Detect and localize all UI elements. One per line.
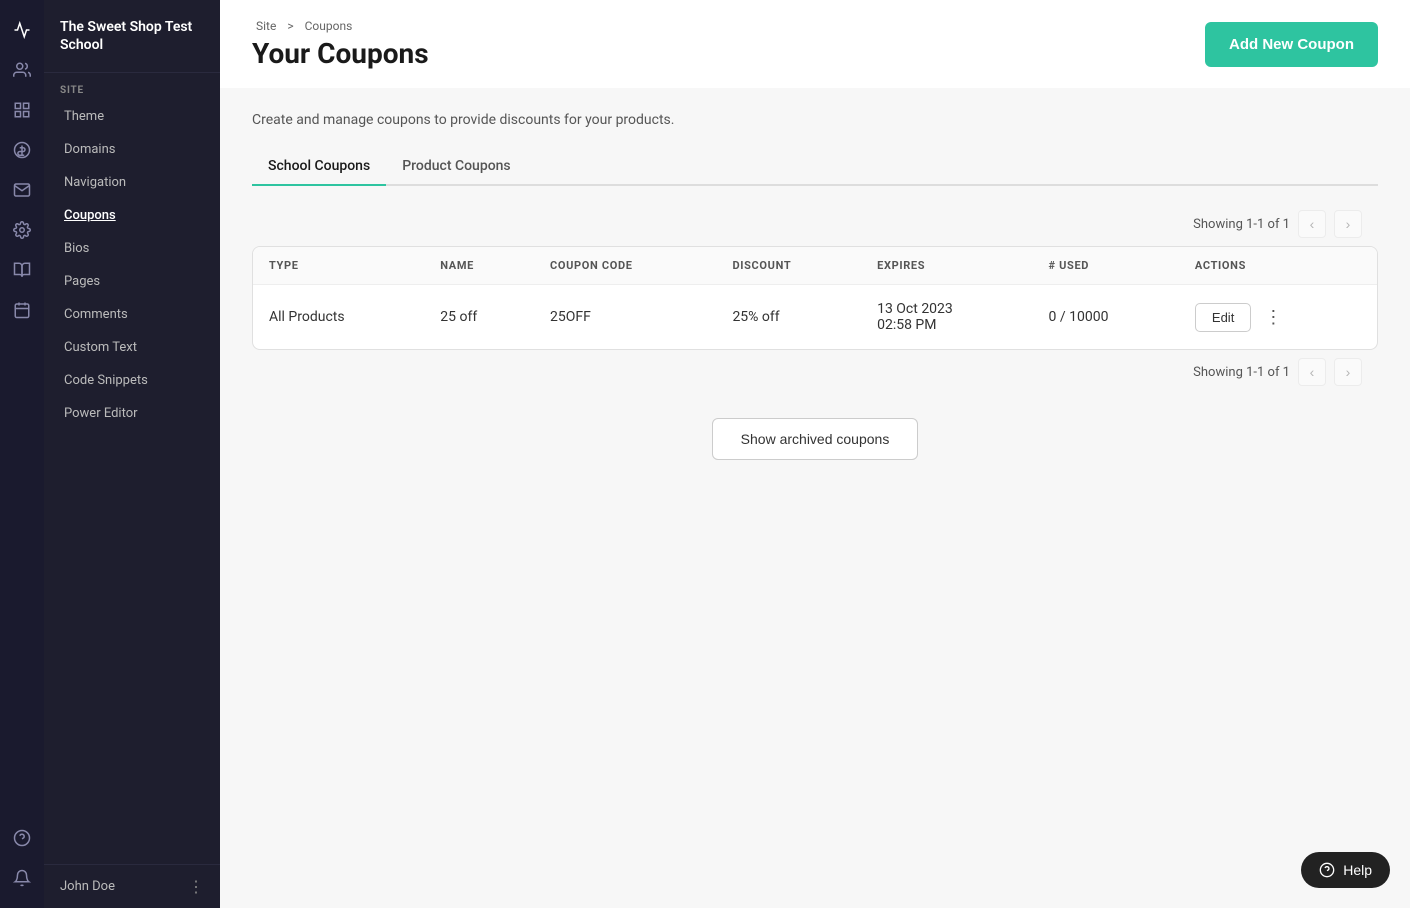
actions-cell: Edit ⋮	[1195, 303, 1361, 332]
main-content: Site > Coupons Your Coupons Add New Coup…	[220, 0, 1410, 908]
sidebar-footer: John Doe ⋮	[44, 864, 220, 908]
pagination-top-next[interactable]: ›	[1334, 210, 1362, 238]
tab-school-coupons[interactable]: School Coupons	[252, 148, 386, 186]
show-archived-button[interactable]: Show archived coupons	[712, 418, 919, 460]
sidebar-item-custom-text[interactable]: Custom Text	[48, 332, 216, 363]
sidebar-item-power-editor[interactable]: Power Editor	[48, 398, 216, 429]
col-discount: DISCOUNT	[716, 247, 861, 285]
more-options-button[interactable]: ⋮	[1259, 303, 1287, 331]
gear-icon[interactable]	[4, 212, 40, 248]
dollar-icon[interactable]	[4, 132, 40, 168]
sidebar-item-theme[interactable]: Theme	[48, 101, 216, 132]
site-section-label: SITE	[44, 73, 220, 100]
sidebar-item-bios[interactable]: Bios	[48, 233, 216, 264]
page-header-left: Site > Coupons Your Coupons	[252, 19, 429, 70]
col-expires: EXPIRES	[861, 247, 1032, 285]
library-icon[interactable]	[4, 252, 40, 288]
col-type: TYPE	[253, 247, 424, 285]
pagination-top: Showing 1-1 of 1 ‹ ›	[252, 202, 1378, 246]
row-discount: 25% off	[716, 285, 861, 350]
pagination-bottom-showing: Showing 1-1 of 1	[1193, 365, 1290, 380]
breadcrumb-site: Site	[256, 19, 276, 33]
help-icon[interactable]	[4, 820, 40, 856]
school-name: The Sweet Shop Test School	[44, 0, 220, 73]
dashboard-icon[interactable]	[4, 92, 40, 128]
edit-coupon-button[interactable]: Edit	[1195, 303, 1251, 332]
sidebar-item-pages[interactable]: Pages	[48, 266, 216, 297]
add-new-coupon-button[interactable]: Add New Coupon	[1205, 22, 1378, 67]
icon-rail	[0, 0, 44, 908]
pagination-bottom-prev[interactable]: ‹	[1298, 358, 1326, 386]
help-button[interactable]: Help	[1301, 852, 1390, 888]
pagination-bottom-next[interactable]: ›	[1334, 358, 1362, 386]
row-type: All Products	[253, 285, 424, 350]
tab-product-coupons[interactable]: Product Coupons	[386, 148, 526, 186]
sidebar: The Sweet Shop Test School SITE Theme Do…	[44, 0, 220, 908]
col-name: NAME	[424, 247, 534, 285]
row-name: 25 off	[424, 285, 534, 350]
pagination-bottom: Showing 1-1 of 1 ‹ ›	[252, 350, 1378, 394]
sidebar-item-navigation[interactable]: Navigation	[48, 167, 216, 198]
sidebar-item-code-snippets[interactable]: Code Snippets	[48, 365, 216, 396]
row-expires-time: 02:58 PM	[877, 317, 1016, 333]
row-expires-date: 13 Oct 2023	[877, 301, 1016, 317]
pagination-top-showing: Showing 1-1 of 1	[1193, 217, 1290, 232]
page-subtitle: Create and manage coupons to provide dis…	[252, 112, 1378, 128]
coupons-table: TYPE NAME COUPON CODE DISCOUNT EXPIRES #…	[253, 247, 1377, 349]
sidebar-footer-menu[interactable]: ⋮	[188, 877, 204, 896]
col-actions: ACTIONS	[1179, 247, 1377, 285]
breadcrumb: Site > Coupons	[252, 19, 429, 33]
sidebar-item-comments[interactable]: Comments	[48, 299, 216, 330]
sidebar-item-coupons[interactable]: Coupons	[48, 200, 216, 231]
content-area: Create and manage coupons to provide dis…	[220, 88, 1410, 908]
col-coupon-code: COUPON CODE	[534, 247, 716, 285]
mail-icon[interactable]	[4, 172, 40, 208]
help-label: Help	[1343, 862, 1372, 878]
analytics-icon[interactable]	[4, 12, 40, 48]
notification-icon[interactable]	[4, 860, 40, 896]
breadcrumb-page: Coupons	[305, 19, 353, 33]
sidebar-item-domains[interactable]: Domains	[48, 134, 216, 165]
top-bar: Site > Coupons Your Coupons Add New Coup…	[220, 0, 1410, 88]
calendar-icon[interactable]	[4, 292, 40, 328]
tabs: School Coupons Product Coupons	[252, 148, 1378, 186]
page-title: Your Coupons	[252, 37, 429, 70]
row-coupon-code: 25OFF	[534, 285, 716, 350]
row-used: 0 / 10000	[1033, 285, 1179, 350]
table-card: TYPE NAME COUPON CODE DISCOUNT EXPIRES #…	[252, 246, 1378, 350]
pagination-top-prev[interactable]: ‹	[1298, 210, 1326, 238]
col-used: # USED	[1033, 247, 1179, 285]
help-icon	[1319, 862, 1335, 878]
breadcrumb-sep: >	[287, 19, 293, 33]
sidebar-footer-user: John Doe	[60, 879, 115, 894]
row-expires: 13 Oct 2023 02:58 PM	[861, 285, 1032, 350]
row-actions: Edit ⋮	[1179, 285, 1377, 350]
people-icon[interactable]	[4, 52, 40, 88]
table-row: All Products 25 off 25OFF 25% off 13 Oct…	[253, 285, 1377, 350]
